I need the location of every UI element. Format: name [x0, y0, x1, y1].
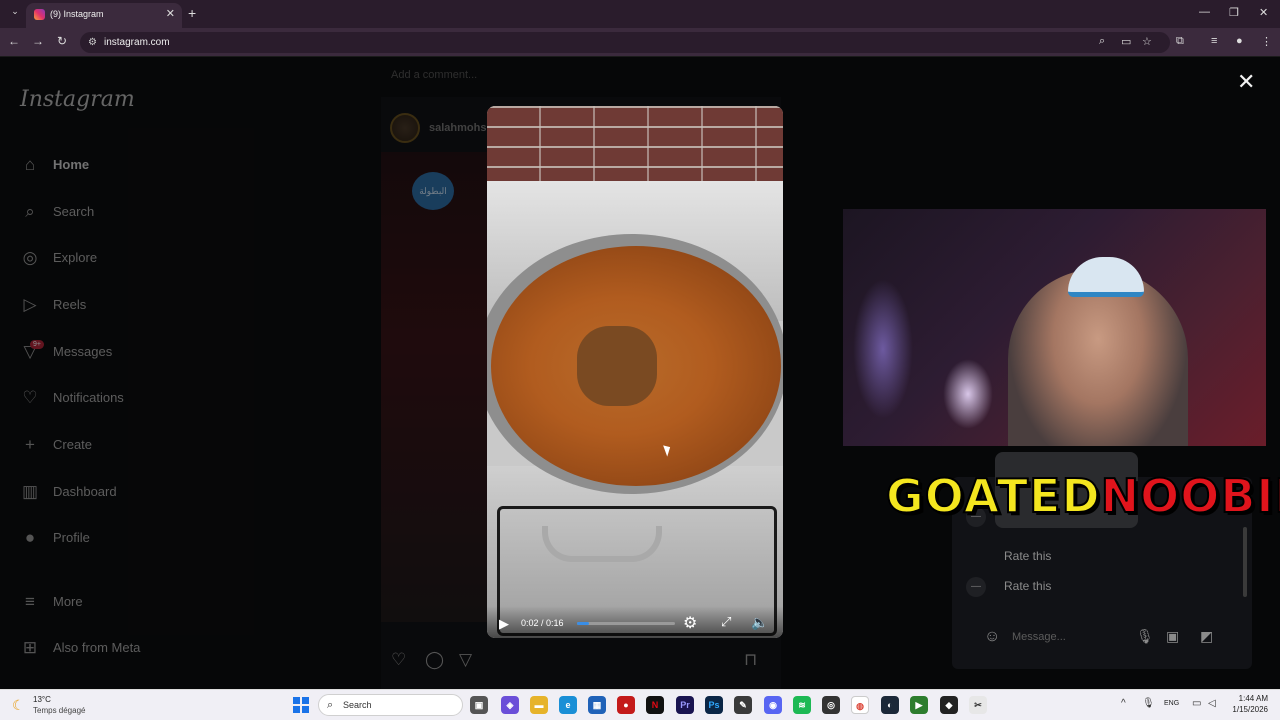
taskbar-search-placeholder: Search	[343, 700, 372, 710]
restore-button[interactable]: ❐	[1229, 6, 1239, 19]
microphone-icon[interactable]: 🎙	[1136, 628, 1154, 645]
site-info-icon[interactable]: ⚙	[88, 37, 97, 48]
obs-icon[interactable]: ◎	[822, 696, 840, 714]
webcam-light	[853, 279, 913, 419]
overlay-text-noobie: NOOBIE	[1100, 468, 1280, 524]
weather-moon-icon[interactable]: ☾	[12, 697, 25, 714]
cast-icon[interactable]: ▭	[1121, 35, 1131, 48]
image-upload-icon[interactable]: ▣	[1166, 628, 1179, 645]
tab-close-icon[interactable]: ✕	[166, 7, 175, 20]
message-input[interactable]: ☺ Message... 🎙 ▣ ◩	[978, 619, 1230, 655]
browser-tab-bar: ⌄ (9) Instagram ✕ + — ❐ ✕	[0, 0, 1280, 28]
address-bar[interactable]: ⚙ instagram.com	[80, 32, 1170, 53]
settings-gear-icon[interactable]: ⚙	[683, 613, 697, 633]
message-placeholder: Message...	[1012, 631, 1066, 643]
task-view-icon[interactable]: ▣	[470, 696, 488, 714]
copilot-icon[interactable]: ◈	[501, 696, 519, 714]
forward-button[interactable]: →	[30, 34, 46, 48]
minimize-button[interactable]: —	[1199, 6, 1210, 18]
back-button[interactable]: ←	[6, 34, 22, 48]
emoji-icon[interactable]: ☺	[984, 628, 1000, 646]
tray-network-icon[interactable]: ▭	[1192, 698, 1201, 709]
zoom-icon[interactable]: ⌕	[1099, 35, 1105, 48]
store-icon[interactable]: ▦	[588, 696, 606, 714]
streamer-webcam	[843, 209, 1266, 446]
profile-avatar-icon[interactable]: ●	[1236, 35, 1243, 47]
message-rate-this: Rate this	[1004, 549, 1052, 563]
modal-close-icon[interactable]: ✕	[1237, 69, 1255, 95]
new-tab-button[interactable]: +	[188, 5, 196, 21]
browser-toolbar: ← → ↻ ⚙ instagram.com ⌕ ▭ ☆ ⧉ ≡ ● ⋮	[0, 28, 1280, 57]
video-frame-brick-mortar	[487, 106, 783, 186]
video-frame-pot-handle	[542, 526, 662, 562]
volume-icon[interactable]: 🔈	[751, 614, 768, 631]
tab-title: (9) Instagram	[50, 9, 104, 19]
app-red-icon[interactable]: ●	[617, 696, 635, 714]
browser-menu-icon[interactable]: ⋮	[1261, 35, 1272, 48]
streamer-name-overlay: GOATEDNOOBIE	[885, 464, 1280, 528]
address-url: instagram.com	[104, 37, 170, 48]
windows-start-icon[interactable]	[293, 697, 309, 713]
message-avatar: —	[966, 577, 986, 597]
bookmark-star-icon[interactable]: ☆	[1142, 35, 1152, 48]
extensions-icon[interactable]: ⧉	[1176, 35, 1184, 48]
windows-taskbar: ☾ 13°C Temps dégagé ⌕ Search ▣ ◈ ▬ e ▦ ●…	[0, 689, 1280, 720]
search-icon: ⌕	[327, 699, 334, 711]
message-rate-this: Rate this	[1004, 579, 1052, 593]
taskbar-search[interactable]: ⌕ Search	[318, 694, 463, 716]
tab-search-button[interactable]: ⌄	[8, 6, 22, 20]
tray-time[interactable]: 1:44 AM	[1232, 694, 1268, 703]
browser-tab[interactable]: (9) Instagram ✕	[26, 3, 182, 28]
video-controls: ▶ 0:02 / 0:16 ⚙ ⤢ 🔈	[487, 606, 783, 638]
spotify-icon[interactable]: ≋	[793, 696, 811, 714]
weather-temp[interactable]: 13°C	[33, 695, 51, 704]
reload-button[interactable]: ↻	[54, 34, 70, 48]
streamer-cap	[1068, 257, 1144, 297]
overlay-text-goated: GOATED	[885, 468, 1101, 524]
video-player[interactable]: ▶ 0:02 / 0:16 ⚙ ⤢ 🔈	[487, 106, 783, 638]
discord-icon[interactable]: ◉	[764, 696, 782, 714]
app-editor-icon[interactable]: ✎	[734, 696, 752, 714]
instagram-page: Instagram ⌂ Home ⌕ Search ◎ Explore ▷ Re…	[0, 57, 1280, 689]
fullscreen-icon[interactable]: ⤢	[721, 614, 731, 630]
video-seek-progress	[577, 622, 590, 625]
tray-language[interactable]: ENG	[1164, 700, 1179, 707]
edge-icon[interactable]: e	[559, 696, 577, 714]
app-dark-icon[interactable]: ◆	[940, 696, 958, 714]
window-close-button[interactable]: ✕	[1259, 6, 1268, 19]
app-green-icon[interactable]: ▶	[910, 696, 928, 714]
webcam-light	[943, 359, 993, 429]
video-seek-bar[interactable]	[577, 622, 675, 625]
tray-date[interactable]: 1/15/2026	[1224, 705, 1268, 714]
chrome-icon[interactable]: ◍	[851, 696, 869, 714]
file-explorer-icon[interactable]: ▬	[530, 696, 548, 714]
play-icon[interactable]: ▶	[499, 616, 509, 632]
netflix-icon[interactable]: N	[646, 696, 664, 714]
instagram-favicon-icon	[34, 9, 45, 20]
weather-desc[interactable]: Temps dégagé	[33, 706, 85, 715]
video-frame-meat	[577, 326, 657, 406]
snipping-tool-icon[interactable]: ✂	[969, 696, 987, 714]
steam-icon[interactable]: ◐	[881, 696, 899, 714]
tray-overflow-icon[interactable]: ^	[1121, 698, 1126, 709]
tray-volume-icon[interactable]: ◁	[1208, 698, 1216, 709]
photoshop-icon[interactable]: Ps	[705, 696, 723, 714]
video-time: 0:02 / 0:16	[521, 618, 564, 628]
tray-microphone-icon[interactable]: 🎙	[1142, 698, 1155, 709]
media-control-icon[interactable]: ≡	[1211, 35, 1217, 47]
premiere-icon[interactable]: Pr	[676, 696, 694, 714]
sticker-icon[interactable]: ◩	[1200, 628, 1213, 645]
messages-scrollbar[interactable]	[1243, 527, 1247, 597]
